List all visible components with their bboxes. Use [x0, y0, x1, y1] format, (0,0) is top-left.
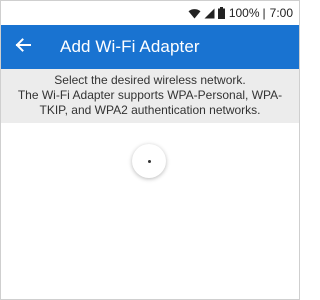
info-panel: Select the desired wireless network. The… — [1, 69, 299, 123]
clock: 7:00 — [269, 6, 293, 20]
status-bar: 100% | 7:00 — [1, 1, 299, 25]
info-line-2: The Wi-Fi Adapter supports WPA-Personal,… — [17, 88, 283, 117]
battery-icon — [217, 7, 225, 19]
network-list-area — [1, 123, 299, 299]
status-separator: | — [262, 6, 266, 20]
screen: 100% | 7:00 Add Wi-Fi Adapter Select the… — [0, 0, 300, 300]
page-title: Add Wi-Fi Adapter — [60, 37, 200, 56]
app-bar: Add Wi-Fi Adapter — [1, 25, 299, 69]
back-button[interactable] — [1, 25, 45, 69]
signal-icon — [204, 8, 215, 19]
battery-percentage: 100% — [228, 6, 260, 20]
wifi-icon — [188, 8, 201, 19]
loading-spinner — [132, 144, 166, 178]
arrow-left-icon — [15, 37, 31, 58]
info-line-1: Select the desired wireless network. — [54, 73, 246, 87]
spinner-dot — [147, 159, 151, 163]
